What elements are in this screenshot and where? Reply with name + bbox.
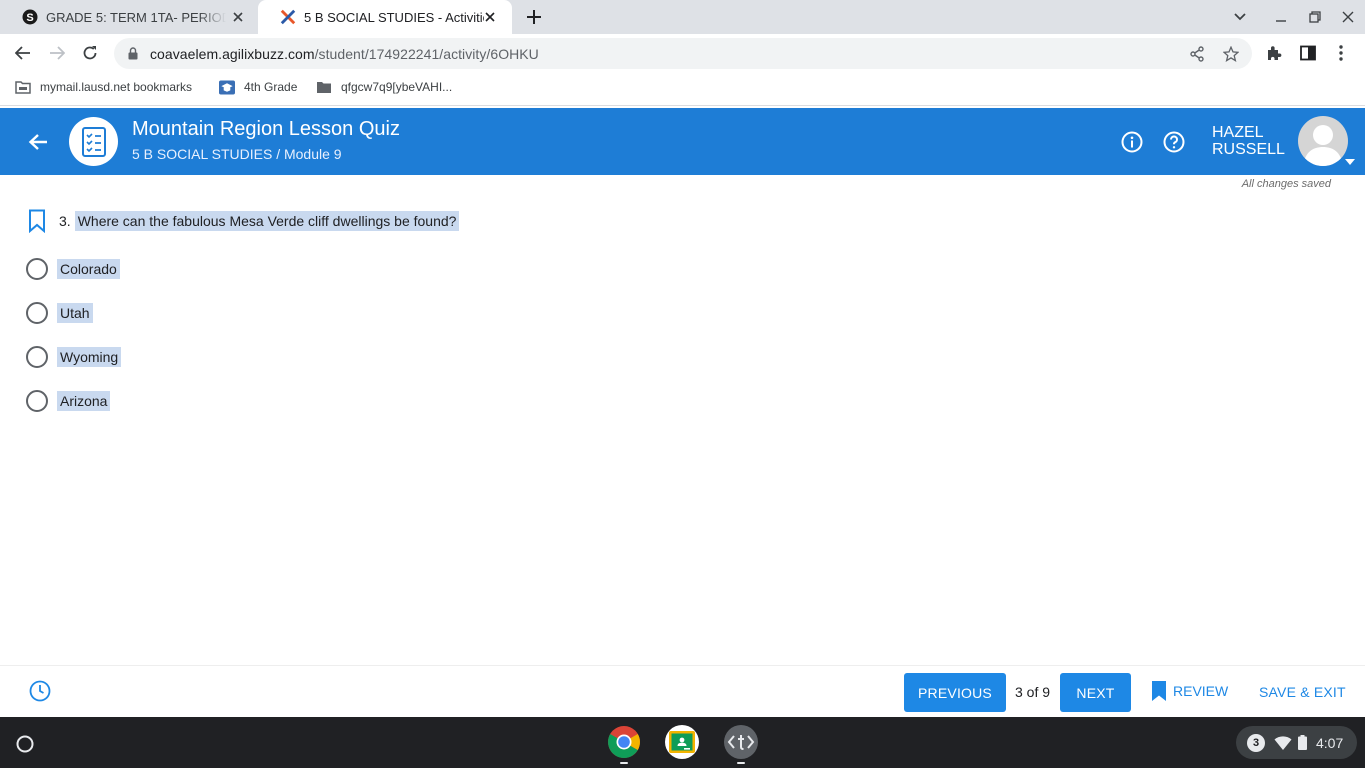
buzz-x-icon [280,9,296,25]
bookmark-4th-grade[interactable]: 4th Grade [219,79,298,95]
save-status: All changes saved [1241,178,1331,190]
address-bar[interactable]: coavaelem.agilixbuzz.com/student/1749222… [114,38,1252,69]
tab-social-studies[interactable]: 5 B SOCIAL STUDIES - Activities [258,0,512,34]
user-name[interactable]: HAZEL RUSSELL [1212,124,1285,158]
clock-time: 4:07 [1316,734,1344,751]
chrome-icon[interactable] [607,725,641,759]
minimize-icon[interactable] [1272,8,1290,26]
save-exit-button[interactable]: SAVE & EXIT [1259,684,1346,700]
bookmark-label: mymail.lausd.net bookmarks [40,80,193,94]
new-tab-plus-icon[interactable] [524,7,544,27]
bookmark-mymail[interactable]: mymail.lausd.net bookmarks [15,80,192,94]
browser-toolbar: coavaelem.agilixbuzz.com/student/1749222… [0,34,1365,72]
quiz-checklist-icon [69,117,118,166]
radio-button[interactable] [26,302,48,324]
choice-wyoming[interactable]: Wyoming [26,346,122,368]
bookmark-label: qfgcw7q9[ybeVAHI... [341,80,453,94]
user-last-name: RUSSELL [1212,141,1285,158]
bookmark-label: 4th Grade [244,80,298,94]
star-bookmark-icon[interactable] [1222,45,1240,63]
quiz-header: Mountain Region Lesson Quiz 5 B SOCIAL S… [0,108,1365,175]
answer-choices: Colorado Utah Wyoming Arizona [26,258,122,434]
google-classroom-icon[interactable] [665,725,699,759]
info-icon[interactable] [1120,130,1144,154]
reload-icon[interactable] [80,43,100,63]
quiz-breadcrumb: 5 B SOCIAL STUDIES / Module 9 [132,146,342,162]
folder-icon [316,80,332,94]
kebab-menu-icon[interactable] [1331,43,1351,63]
bookmark-filled-icon [1152,681,1166,701]
extensions-puzzle-icon[interactable] [1264,43,1284,63]
url-path: /student/174922241/activity/6OHKU [314,45,539,62]
svg-text:S: S [26,12,33,24]
url-text: coavaelem.agilixbuzz.com/student/1749222… [150,46,539,62]
battery-icon [1298,735,1307,750]
folder-icon [15,80,31,94]
side-panel-icon[interactable] [1298,43,1318,63]
tab-grade5-term[interactable]: S GRADE 5: TERM 1TA- PERIOD 1 - [0,0,260,34]
status-tray[interactable]: 3 4:07 [1236,726,1357,759]
back-arrow-icon[interactable] [13,43,33,63]
forward-arrow-icon[interactable] [47,43,67,63]
radio-button[interactable] [26,258,48,280]
avatar[interactable] [1298,116,1348,166]
launcher-icon[interactable] [11,730,39,758]
quiz-title: Mountain Region Lesson Quiz [132,118,400,140]
running-indicator [737,762,745,764]
question-text: Where can the fabulous Mesa Verde cliff … [74,211,460,231]
close-tab-icon[interactable] [230,9,246,25]
radio-button[interactable] [26,346,48,368]
graduation-cap-icon [219,79,235,95]
text-app-icon[interactable] [724,725,758,759]
lock-icon[interactable] [128,47,140,61]
back-arrow-icon[interactable] [26,130,50,154]
previous-button[interactable]: PREVIOUS [904,673,1006,712]
tab-search-chevron-icon[interactable] [1231,8,1249,26]
quiz-footer: PREVIOUS 3 of 9 NEXT REVIEW SAVE & EXIT [0,665,1365,717]
choice-label: Arizona [57,391,111,411]
help-icon[interactable] [1162,130,1186,154]
radio-button[interactable] [26,390,48,412]
close-window-icon[interactable] [1339,8,1357,26]
choice-label: Colorado [57,259,120,279]
review-label: REVIEW [1173,683,1229,699]
url-host: coavaelem.agilixbuzz.com [150,45,315,62]
bookmark-flag-icon[interactable] [28,208,48,234]
choice-utah[interactable]: Utah [26,302,121,324]
schoology-s-icon: S [22,9,38,25]
wifi-icon [1274,735,1292,750]
clock-timer-icon[interactable] [28,679,52,703]
os-shelf: 3 4:07 [0,717,1365,768]
choice-label: Wyoming [57,347,122,367]
share-icon[interactable] [1188,45,1206,63]
question-position: 3 of 9 [1015,684,1051,700]
tab-title: GRADE 5: TERM 1TA- PERIOD 1 - [46,9,226,25]
choice-arizona[interactable]: Arizona [26,390,121,412]
next-button[interactable]: NEXT [1060,673,1131,712]
bookmarks-bar: mymail.lausd.net bookmarks 4th Grade qfg… [0,72,1365,106]
browser-tab-strip: S GRADE 5: TERM 1TA- PERIOD 1 - 5 B SOCI… [0,0,1365,34]
user-first-name: HAZEL [1212,124,1264,141]
review-button[interactable]: REVIEW [1151,680,1228,702]
choice-label: Utah [57,303,93,323]
close-tab-icon[interactable] [482,9,498,25]
question-prompt: 3. Where can the fabulous Mesa Verde cli… [28,208,460,234]
choice-colorado[interactable]: Colorado [26,258,121,280]
bookmark-qfgcw[interactable]: qfgcw7q9[ybeVAHI... [316,80,452,94]
running-indicator [620,762,628,764]
question-number: 3. [59,213,71,229]
restore-icon[interactable] [1306,8,1324,26]
caret-down-icon[interactable] [1345,158,1355,166]
tab-title: 5 B SOCIAL STUDIES - Activities [304,9,484,25]
notification-count-badge: 3 [1247,733,1265,752]
